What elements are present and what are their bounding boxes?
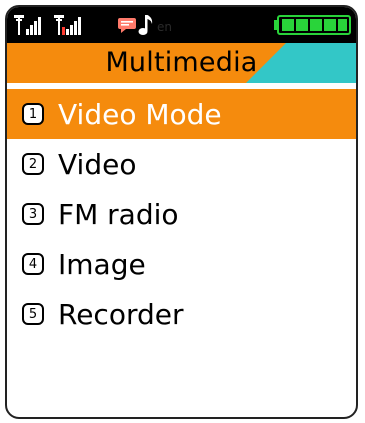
menu-item-number: 4 [22, 253, 44, 275]
menu-item-number: 5 [22, 303, 44, 325]
music-note-icon [138, 15, 153, 35]
menu-item-label: FM radio [58, 197, 179, 231]
menu-item-video-mode[interactable]: 1 Video Mode [7, 89, 356, 139]
menu-item-label: Video Mode [58, 97, 222, 131]
menu-item-image[interactable]: 4 Image [7, 239, 356, 289]
menu-item-recorder[interactable]: 5 Recorder [7, 289, 356, 339]
phone-screen: en Multimedia 1 Video Mode 2 Video 3 FM … [5, 5, 358, 419]
menu-item-number: 3 [22, 203, 44, 225]
language-indicator: en [157, 20, 172, 34]
title-bar: Multimedia [7, 43, 356, 83]
menu-item-video[interactable]: 2 Video [7, 139, 356, 189]
menu-list: 1 Video Mode 2 Video 3 FM radio 4 Image … [7, 89, 356, 339]
status-bar: en [7, 7, 356, 43]
signal-sim1-icon [14, 15, 41, 35]
menu-item-label: Recorder [58, 297, 184, 331]
menu-item-label: Video [58, 147, 137, 181]
page-title: Multimedia [105, 47, 258, 78]
menu-item-number: 1 [22, 103, 44, 125]
menu-item-label: Image [58, 247, 146, 281]
battery-full-icon [274, 15, 351, 35]
message-icon [118, 18, 136, 33]
menu-item-fm-radio[interactable]: 3 FM radio [7, 189, 356, 239]
menu-item-number: 2 [22, 153, 44, 175]
signal-sim2-icon [54, 15, 81, 35]
